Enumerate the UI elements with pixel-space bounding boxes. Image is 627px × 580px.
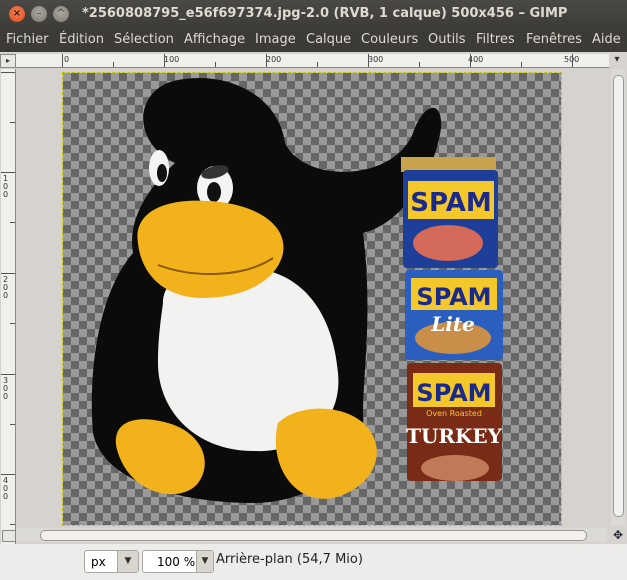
unit-value: px	[91, 555, 106, 569]
hruler-ticks	[62, 54, 573, 67]
horizontal-scrollbar[interactable]	[16, 528, 607, 542]
layer-info: Arrière-plan (54,7 Mio)	[216, 552, 363, 567]
window-title: *2560808795_e56f697374.jpg-2.0 (RVB, 1 c…	[82, 6, 568, 21]
maximize-icon: ^	[56, 8, 66, 19]
status-bar: px ▼ 100 % ▼ Arrière-plan (54,7 Mio)	[0, 544, 627, 580]
dropdown-arrow-icon: ▼	[196, 551, 213, 572]
maximize-window-button[interactable]: ^	[53, 6, 69, 22]
vruler-label: 4 0 0	[3, 476, 9, 501]
title-bar: × – ^ *2560808795_e56f697374.jpg-2.0 (RV…	[0, 0, 627, 29]
menu-fichier[interactable]: Fichier	[6, 32, 49, 47]
vruler-ticks	[1, 72, 15, 525]
menu-calque[interactable]: Calque	[306, 32, 351, 47]
horizontal-ruler[interactable]: 0 100 200 300 400 500	[16, 54, 609, 68]
minimize-icon: –	[36, 8, 42, 19]
vertical-scroll-thumb[interactable]	[613, 75, 624, 517]
zoom-value: 100 %	[157, 555, 196, 569]
move-icon[interactable]: ✥	[611, 528, 625, 542]
horizontal-scroll-thumb[interactable]	[40, 530, 587, 541]
navigate-icon[interactable]: ▾	[609, 54, 625, 68]
vruler-label: 3 0 0	[3, 376, 9, 401]
close-icon: ×	[12, 8, 22, 19]
menu-bar: Fichier Édition Sélection Affichage Imag…	[0, 29, 627, 52]
penguin-illustration	[91, 77, 442, 503]
close-window-button[interactable]: ×	[9, 6, 25, 22]
menu-edition[interactable]: Édition	[59, 32, 104, 47]
quick-mask-icon[interactable]	[2, 530, 16, 542]
can-label: TURKEY	[406, 424, 503, 448]
menu-filtres[interactable]: Filtres	[476, 32, 515, 47]
can-label: SPAM	[416, 379, 491, 407]
menu-image[interactable]: Image	[255, 32, 296, 47]
vruler-label: 2 0 0	[3, 275, 9, 300]
minimize-window-button[interactable]: –	[31, 6, 47, 22]
zoom-select[interactable]: 100 % ▼	[142, 550, 214, 573]
menu-affichage[interactable]: Affichage	[184, 32, 245, 47]
menu-selection[interactable]: Sélection	[114, 32, 174, 47]
vertical-scrollbar[interactable]	[611, 69, 625, 526]
image-canvas[interactable]: SPAM SPAM Lite SPAM Oven Roasted TURKEY	[62, 72, 562, 526]
menu-aide[interactable]: Aide	[592, 32, 621, 47]
menu-couleurs[interactable]: Couleurs	[361, 32, 418, 47]
vruler-label: 1 0 0	[3, 174, 9, 199]
menu-fenetres[interactable]: Fenêtres	[526, 32, 582, 47]
image-menu-button[interactable]: ▸	[0, 54, 16, 68]
menu-outils[interactable]: Outils	[428, 32, 466, 47]
spam-cans: SPAM SPAM Lite SPAM Oven Roasted TURKEY	[401, 157, 503, 481]
dropdown-arrow-icon: ▼	[117, 551, 138, 572]
can-label: Lite	[430, 312, 475, 336]
canvas-area: ▸ 0 100 200 300 400 500 ▾ 1 0 0 2 0 0 3 …	[0, 52, 627, 579]
can-label: Oven Roasted	[426, 409, 482, 418]
image-content: SPAM SPAM Lite SPAM Oven Roasted TURKEY	[91, 77, 503, 503]
unit-select[interactable]: px ▼	[84, 550, 139, 573]
can-label: SPAM	[416, 283, 491, 311]
vertical-ruler[interactable]: 1 0 0 2 0 0 3 0 0 4 0 0	[1, 69, 16, 579]
can-label: SPAM	[410, 188, 491, 218]
